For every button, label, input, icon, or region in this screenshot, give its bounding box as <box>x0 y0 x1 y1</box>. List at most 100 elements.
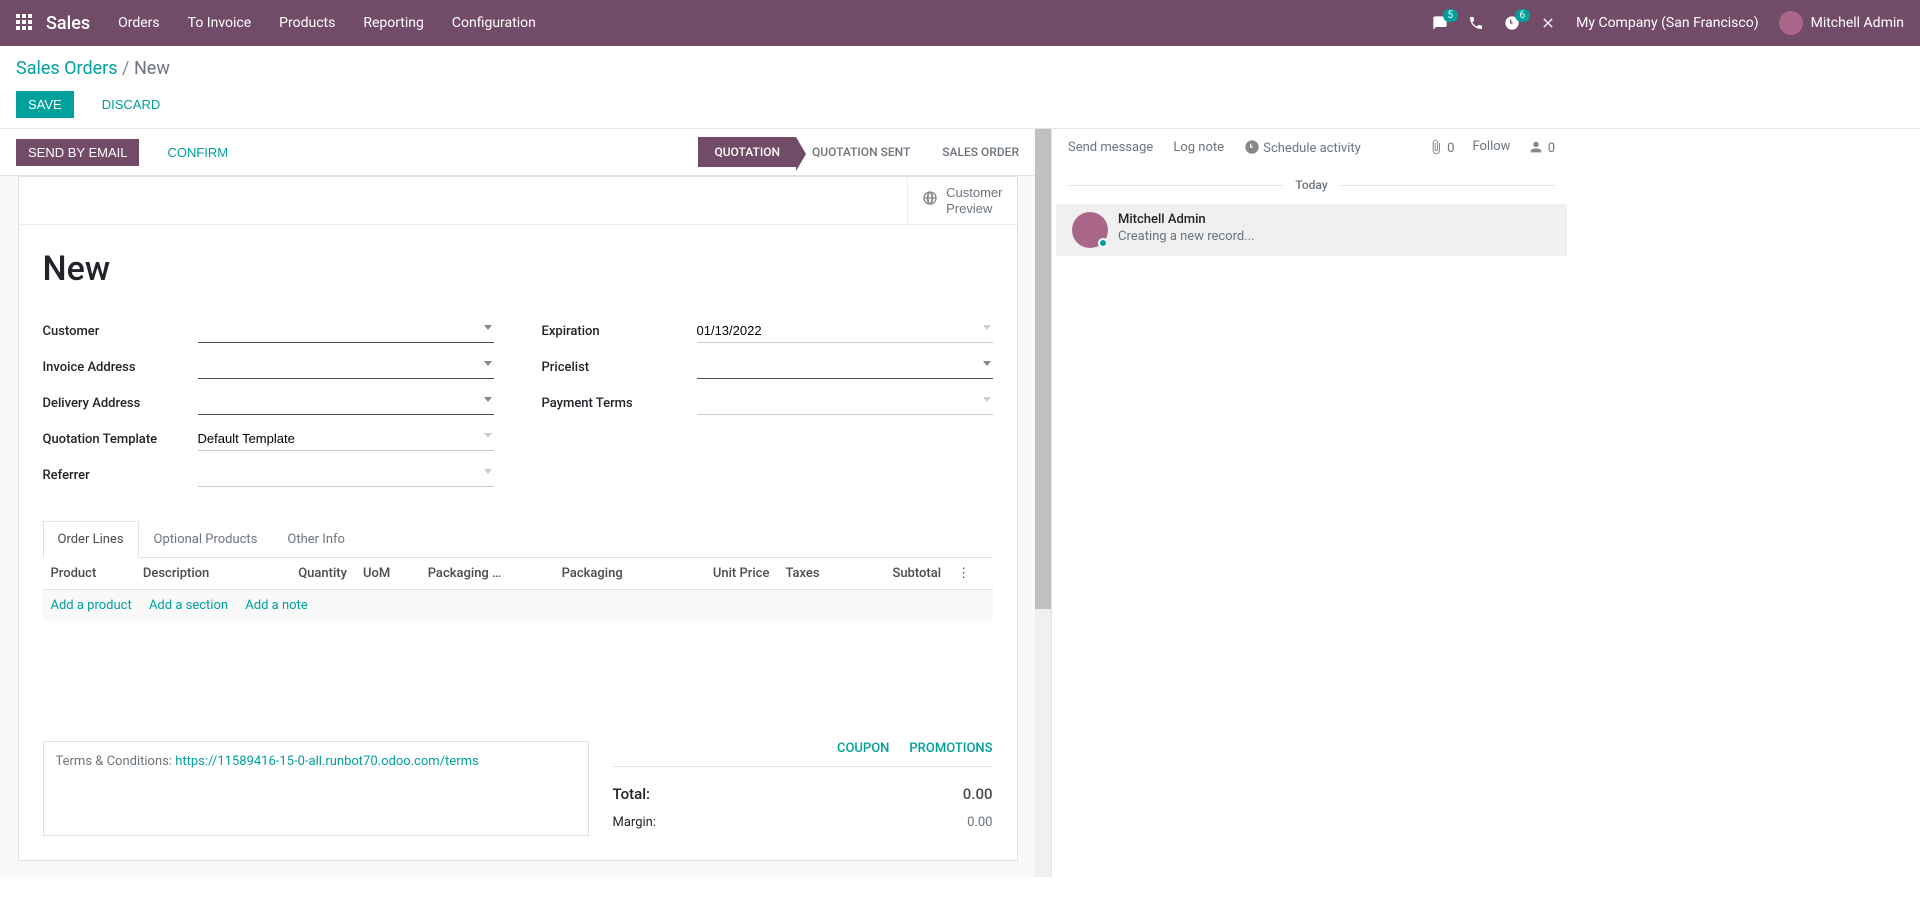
followers-count: 0 <box>1548 141 1555 156</box>
button-box: Customer Preview <box>19 177 1017 225</box>
promotions-button[interactable]: PROMOTIONS <box>909 741 992 756</box>
referrer-field[interactable] <box>198 463 494 487</box>
col-uom: UoM <box>355 558 420 590</box>
page-title: New <box>43 249 993 289</box>
menu-reporting[interactable]: Reporting <box>363 15 424 31</box>
activities-badge: 6 <box>1515 9 1531 22</box>
customer-field[interactable] <box>198 319 494 343</box>
confirm-button[interactable]: CONFIRM <box>155 139 240 166</box>
add-product-link[interactable]: Add a product <box>51 598 132 613</box>
follow-button[interactable]: Follow <box>1472 139 1510 156</box>
menu-orders[interactable]: Orders <box>118 15 160 31</box>
referrer-label: Referrer <box>43 468 198 483</box>
tab-other-info[interactable]: Other Info <box>272 521 360 557</box>
form-sheet: Customer Preview New Customer <box>18 176 1018 861</box>
messaging-badge: 5 <box>1443 9 1459 22</box>
company-switcher[interactable]: My Company (San Francisco) <box>1576 15 1758 31</box>
debug-icon[interactable] <box>1540 15 1556 31</box>
customer-preview-button[interactable]: Customer Preview <box>907 177 1016 224</box>
control-panel: Sales Orders / New SAVE DISCARD <box>0 46 1920 129</box>
total-label: Total: <box>613 785 651 803</box>
messaging-icon[interactable]: 5 <box>1432 15 1448 31</box>
col-quantity: Quantity <box>258 558 355 590</box>
user-menu[interactable]: Mitchell Admin <box>1779 11 1904 35</box>
stage-sales-order[interactable]: SALES ORDER <box>926 137 1035 167</box>
tab-order-lines[interactable]: Order Lines <box>43 521 139 558</box>
customer-label: Customer <box>43 324 198 339</box>
quotation-template-label: Quotation Template <box>43 432 198 447</box>
chatter-message: Mitchell Admin Creating a new record... <box>1056 204 1567 256</box>
col-taxes: Taxes <box>777 558 852 590</box>
add-note-link[interactable]: Add a note <box>245 598 307 613</box>
user-name: Mitchell Admin <box>1811 15 1904 31</box>
content: SEND BY EMAIL CONFIRM QUOTATION QUOTATIO… <box>0 129 1920 877</box>
send-message-button[interactable]: Send message <box>1068 140 1153 155</box>
delivery-address-field[interactable] <box>198 391 494 415</box>
breadcrumb-current: New <box>134 58 170 79</box>
terms-link[interactable]: https://11589416-15-0-all.runbot70.odoo.… <box>175 754 479 769</box>
stage-quotation[interactable]: QUOTATION <box>698 137 796 167</box>
form-area: SEND BY EMAIL CONFIRM QUOTATION QUOTATIO… <box>0 129 1035 877</box>
invoice-address-label: Invoice Address <box>43 360 198 375</box>
scroll-thumb[interactable] <box>1035 129 1051 609</box>
menu-configuration[interactable]: Configuration <box>452 15 536 31</box>
statusbar: SEND BY EMAIL CONFIRM QUOTATION QUOTATIO… <box>0 129 1035 176</box>
activities-icon[interactable]: 6 <box>1504 15 1520 31</box>
col-unit-price: Unit Price <box>669 558 778 590</box>
customer-preview-label-1: Customer <box>946 185 1002 201</box>
scrollbar[interactable] <box>1035 129 1051 877</box>
delivery-address-label: Delivery Address <box>43 396 198 411</box>
terms-and-conditions[interactable]: Terms & Conditions: https://11589416-15-… <box>43 741 589 836</box>
margin-label: Margin: <box>613 815 657 830</box>
apps-icon[interactable] <box>16 14 34 32</box>
top-nav: Sales Orders To Invoice Products Reporti… <box>0 0 1920 46</box>
expiration-label: Expiration <box>542 324 697 339</box>
col-packaging: Packaging <box>554 558 669 590</box>
attachments-count: 0 <box>1447 141 1454 156</box>
send-by-email-button[interactable]: SEND BY EMAIL <box>16 139 139 166</box>
terms-prefix: Terms & Conditions: <box>56 754 176 769</box>
menu-to-invoice[interactable]: To Invoice <box>188 15 252 31</box>
schedule-activity-label: Schedule activity <box>1263 141 1361 156</box>
col-options-icon[interactable]: ⋮ <box>949 558 992 590</box>
payment-terms-label: Payment Terms <box>542 396 697 411</box>
brand[interactable]: Sales <box>46 13 90 34</box>
left-fields: Customer Invoice Address Delivery Addres… <box>43 317 494 497</box>
col-product: Product <box>43 558 135 590</box>
col-description: Description <box>135 558 258 590</box>
pricelist-field[interactable] <box>697 355 993 379</box>
discard-button[interactable]: DISCARD <box>90 91 173 118</box>
globe-icon <box>922 190 938 211</box>
followers-button[interactable]: 0 <box>1528 139 1555 156</box>
expiration-field[interactable] <box>697 319 993 343</box>
pricelist-label: Pricelist <box>542 360 697 375</box>
message-author: Mitchell Admin <box>1118 212 1255 227</box>
customer-preview-label-2: Preview <box>946 201 1002 217</box>
invoice-address-field[interactable] <box>198 355 494 379</box>
right-fields: Expiration Pricelist Payment Terms <box>542 317 993 497</box>
schedule-activity-button[interactable]: Schedule activity <box>1244 139 1361 156</box>
attachments-button[interactable]: 0 <box>1428 139 1455 156</box>
quotation-template-field[interactable] <box>198 427 494 451</box>
order-lines-table: Product Description Quantity UoM Packagi… <box>43 558 993 721</box>
chatter: Send message Log note Schedule activity … <box>1051 129 1571 877</box>
payment-terms-field[interactable] <box>697 391 993 415</box>
message-body: Creating a new record... <box>1118 229 1255 244</box>
tab-optional-products[interactable]: Optional Products <box>139 521 273 557</box>
total-value: 0.00 <box>963 785 993 803</box>
margin-value: 0.00 <box>967 815 992 830</box>
menu-products[interactable]: Products <box>279 15 335 31</box>
phone-icon[interactable] <box>1468 15 1484 31</box>
user-avatar <box>1779 11 1803 35</box>
breadcrumb-parent[interactable]: Sales Orders <box>16 58 118 79</box>
main-menu: Orders To Invoice Products Reporting Con… <box>118 15 536 31</box>
col-subtotal: Subtotal <box>852 558 949 590</box>
stage-tracker: QUOTATION QUOTATION SENT SALES ORDER <box>698 137 1035 167</box>
add-section-link[interactable]: Add a section <box>149 598 228 613</box>
stage-quotation-sent[interactable]: QUOTATION SENT <box>796 137 926 167</box>
save-button[interactable]: SAVE <box>16 91 74 118</box>
presence-indicator <box>1098 238 1108 248</box>
message-avatar <box>1072 212 1108 248</box>
coupon-button[interactable]: COUPON <box>837 741 889 756</box>
log-note-button[interactable]: Log note <box>1173 140 1224 155</box>
